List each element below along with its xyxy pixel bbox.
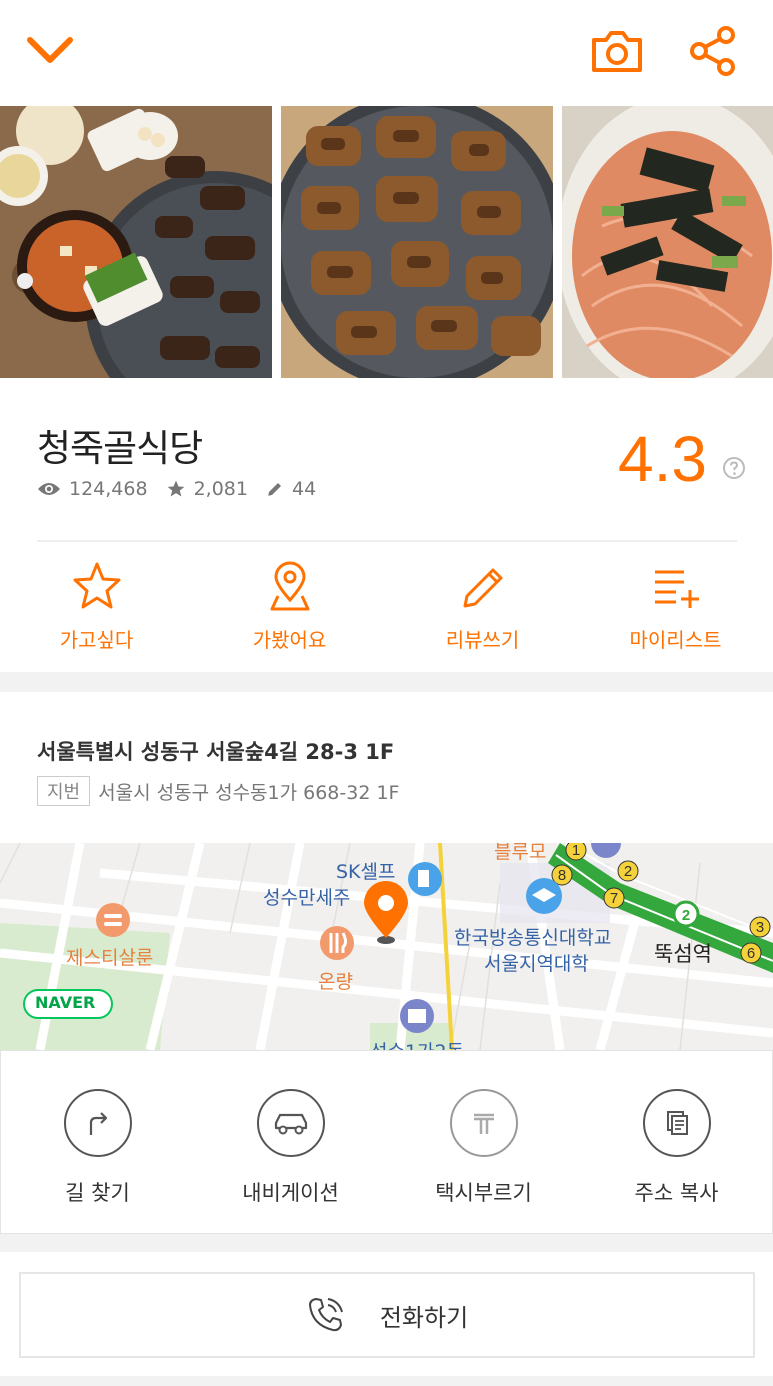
jibun-tag: 지번 (37, 776, 91, 806)
share-icon[interactable] (688, 25, 738, 77)
review-count: 44 (266, 478, 316, 500)
bottom-band (0, 1376, 773, 1386)
write-review-button[interactable]: 리뷰쓰기 (386, 560, 579, 653)
map-label: SK셀프 (336, 861, 396, 883)
map-view[interactable]: 1 2 8 7 2 3 6 블루모 SK셀프 성수만세주 제스티살룬 온량 한국… (0, 843, 773, 1050)
call-taxi-button[interactable]: 택시부르기 (387, 1089, 580, 1207)
phone-icon (308, 1298, 343, 1332)
photo-gallery[interactable] (0, 106, 773, 378)
directions-button[interactable]: 길 찾기 (1, 1089, 194, 1207)
map-label: 성수만세주 (263, 887, 351, 909)
pencil-icon (268, 483, 281, 496)
camera-icon[interactable] (590, 28, 644, 74)
been-there-label: 가봤어요 (252, 628, 327, 652)
jibun-address: 서울시 성동구 성수동1가 668-32 1F (98, 781, 400, 804)
food-photo-grilled-meat[interactable] (281, 106, 553, 378)
exit-number: 1 (572, 843, 580, 859)
copy-icon (642, 1089, 711, 1157)
favorite-count: 2,081 (166, 478, 248, 500)
my-list-label: 마이리스트 (629, 628, 722, 652)
restaurant-name: 청죽골식당 (37, 427, 203, 470)
favorite-count-value: 2,081 (193, 478, 248, 500)
map-action-bar: 길 찾기 내비게이션 택시부르기 주소 복사 (0, 1050, 773, 1234)
directions-label: 길 찾기 (65, 1181, 130, 1205)
star-outline-icon (73, 562, 120, 609)
call-taxi-label: 택시부르기 (435, 1181, 532, 1205)
copy-address-button[interactable]: 주소 복사 (580, 1089, 773, 1207)
action-bar: 가고싶다 가봤어요 리뷰쓰기 마이리스트 (0, 542, 773, 672)
map-pin-icon (270, 561, 309, 611)
map-label: 제스티살룬 (66, 947, 154, 969)
exit-number: 3 (756, 919, 764, 936)
navigation-label: 내비게이션 (242, 1181, 339, 1205)
jibun-address-row: 지번 서울시 성동구 성수동1가 668-32 1F (37, 776, 400, 806)
section-separator (0, 672, 773, 692)
food-photo-noodles[interactable] (562, 106, 773, 378)
map-label: 한국방송통신대학교 (454, 927, 612, 949)
section-separator (0, 1234, 773, 1252)
map-label: 뚝섬역 (654, 942, 712, 966)
map-label: 성수1가2동 (370, 1037, 464, 1050)
star-icon (167, 480, 184, 497)
address-section: 서울특별시 성동구 서울숲4길 28-3 1F 지번 서울시 성동구 성수동1가… (0, 692, 773, 844)
line-number: 2 (682, 907, 690, 924)
call-label: 전화하기 (379, 1303, 469, 1332)
list-add-icon (654, 570, 699, 608)
car-icon (256, 1089, 325, 1157)
top-bar (0, 0, 773, 106)
write-review-label: 리뷰쓰기 (445, 628, 520, 652)
view-count: 124,468 (37, 478, 148, 500)
call-button[interactable]: 전화하기 (19, 1272, 755, 1358)
chevron-down-icon[interactable] (26, 28, 74, 68)
eye-icon (38, 483, 60, 495)
road-address: 서울특별시 성동구 서울숲4길 28-3 1F (37, 740, 395, 764)
my-list-button[interactable]: 마이리스트 (579, 560, 772, 653)
restaurant-header: 청죽골식당 124,468 2,081 44 4.3 (0, 378, 773, 540)
exit-number: 8 (558, 867, 566, 884)
map-label: 온량 (318, 971, 353, 993)
want-to-go-label: 가고싶다 (59, 628, 134, 652)
naver-logo: NAVER (35, 993, 96, 1012)
copy-address-label: 주소 복사 (634, 1181, 719, 1205)
directions-icon (63, 1089, 132, 1157)
restaurant-stats: 124,468 2,081 44 (37, 478, 334, 500)
exit-number: 6 (747, 945, 755, 962)
navigation-button[interactable]: 내비게이션 (194, 1089, 387, 1207)
map-label: 블루모 (494, 843, 547, 863)
help-icon[interactable] (722, 456, 746, 480)
want-to-go-button[interactable]: 가고싶다 (0, 560, 193, 653)
rating-score: 4.3 (618, 423, 707, 495)
view-count-value: 124,468 (69, 478, 148, 500)
pencil-icon (463, 568, 502, 608)
map-label: 서울지역대학 (484, 953, 589, 975)
food-photo-bbq-table[interactable] (0, 106, 272, 378)
taxi-icon (449, 1089, 518, 1157)
review-count-value: 44 (291, 478, 317, 500)
exit-number: 7 (610, 890, 618, 907)
been-there-button[interactable]: 가봤어요 (193, 560, 386, 653)
exit-number: 2 (624, 863, 632, 880)
